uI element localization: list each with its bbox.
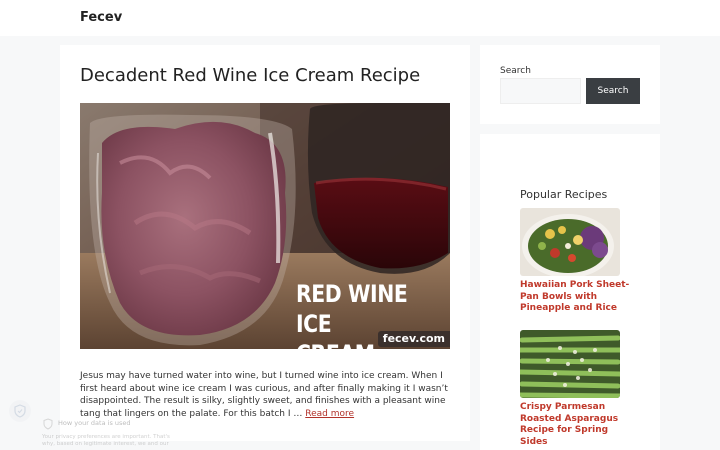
shield-icon: [14, 404, 26, 418]
hero-caption-line-1: RED WINE: [296, 280, 408, 308]
search-label: Search: [500, 66, 531, 76]
search-widget: Search Search: [480, 45, 660, 124]
asparagus-photo-icon: [520, 330, 620, 398]
widget-title: Popular Recipes: [520, 188, 608, 201]
privacy-consent-popup: How your data is used Your privacy prefe…: [0, 394, 200, 450]
recipe-link-2[interactable]: Crispy Parmesan Roasted Asparagus Recipe…: [520, 402, 630, 448]
recipe-thumbnail-2[interactable]: [520, 330, 620, 398]
popular-recipes-widget: Popular Recipes Hawaiian Pork Sheet-Pan …: [480, 134, 660, 450]
consent-title: How your data is used: [58, 419, 131, 427]
recipe-thumbnail-1[interactable]: [520, 208, 620, 276]
recipe-link-1[interactable]: Hawaiian Pork Sheet-Pan Bowls with Pinea…: [520, 280, 630, 315]
hero-image[interactable]: RED WINE ICE CREAM fecev.com: [80, 103, 450, 349]
search-button[interactable]: Search: [586, 78, 640, 104]
read-more-link[interactable]: Read more: [305, 409, 354, 419]
site-header: Fecev: [0, 0, 720, 36]
hero-watermark: fecev.com: [377, 331, 450, 347]
shield-small-icon: [42, 418, 54, 430]
consent-body: Your privacy preferences are important. …: [42, 434, 170, 447]
article-card: Decadent Red Wine Ice Cream Recipe RED W…: [60, 45, 470, 441]
site-title[interactable]: Fecev: [80, 10, 122, 25]
post-title[interactable]: Decadent Red Wine Ice Cream Recipe: [80, 65, 420, 86]
salad-bowl-photo-icon: [520, 208, 620, 276]
search-input[interactable]: [500, 78, 581, 104]
privacy-shield-button[interactable]: [9, 400, 31, 422]
